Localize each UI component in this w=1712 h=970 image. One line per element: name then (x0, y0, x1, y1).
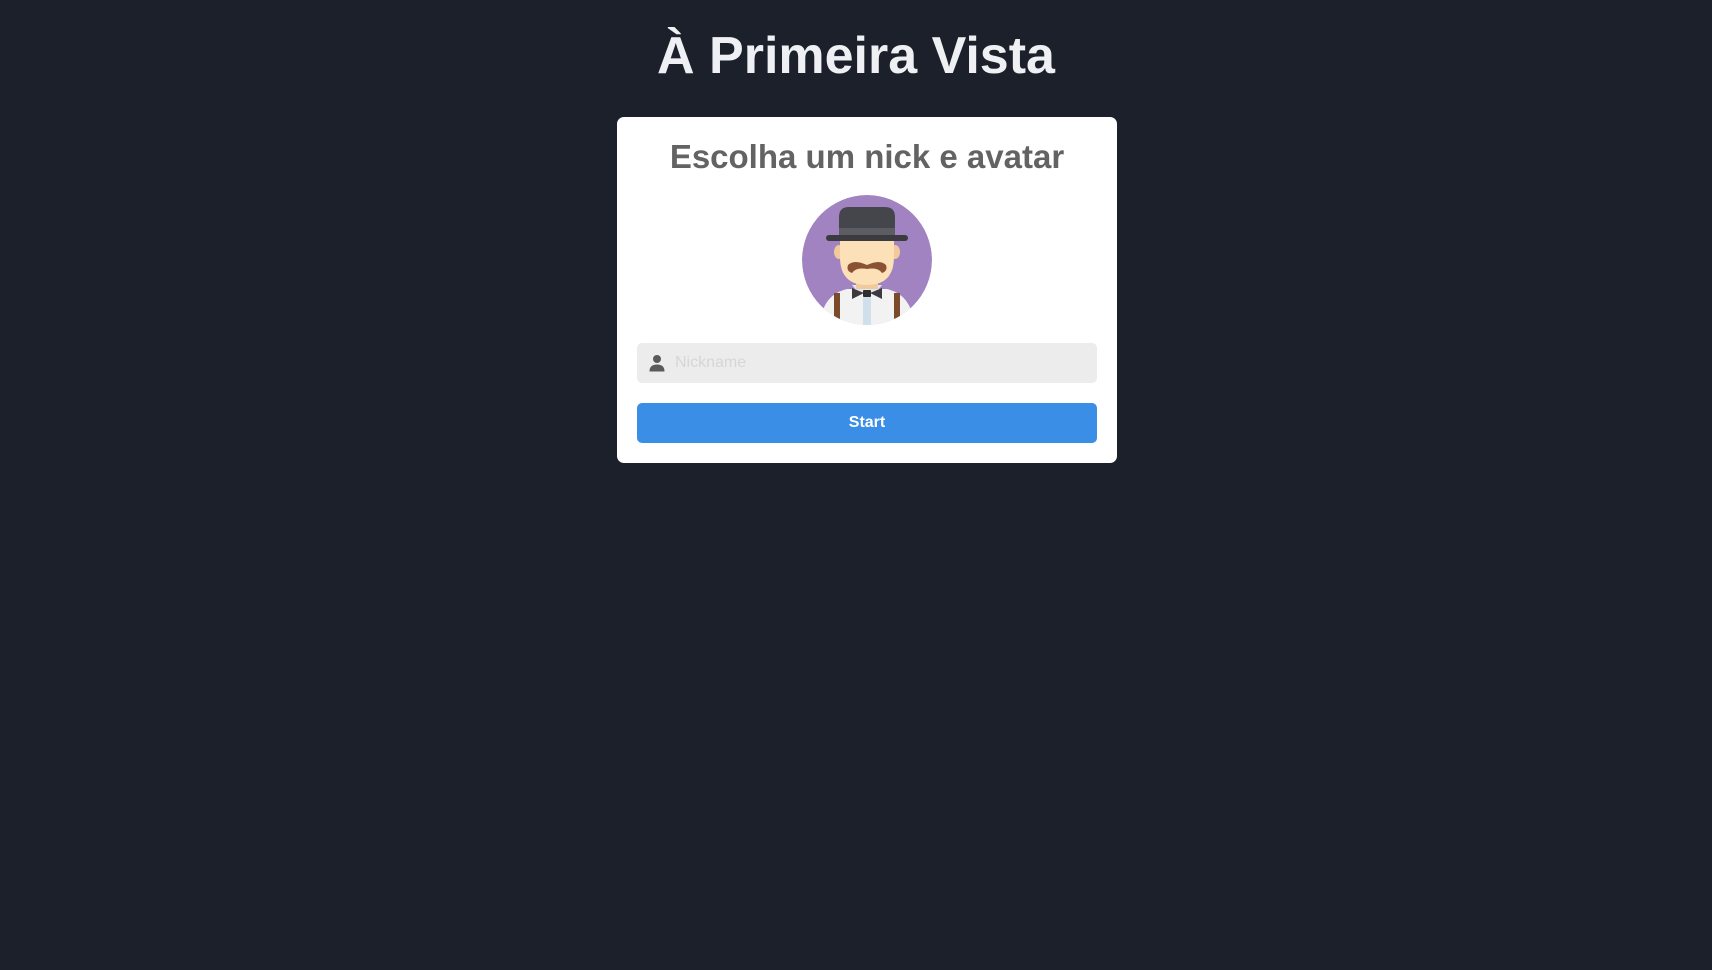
nick-avatar-card: Escolha um nick e avatar Nickname Start (617, 117, 1117, 463)
mustache-gentleman-avatar-icon (802, 195, 932, 325)
avatar[interactable] (802, 195, 932, 325)
start-button[interactable]: Start (637, 403, 1097, 443)
nickname-field (637, 343, 1097, 383)
card-title: Escolha um nick e avatar (669, 138, 1065, 175)
user-icon (649, 355, 665, 372)
page: À Primeira Vista Escolha um nick e avata… (0, 0, 1712, 970)
app-title: À Primeira Vista (657, 27, 1055, 85)
nickname-input[interactable] (675, 343, 1085, 383)
